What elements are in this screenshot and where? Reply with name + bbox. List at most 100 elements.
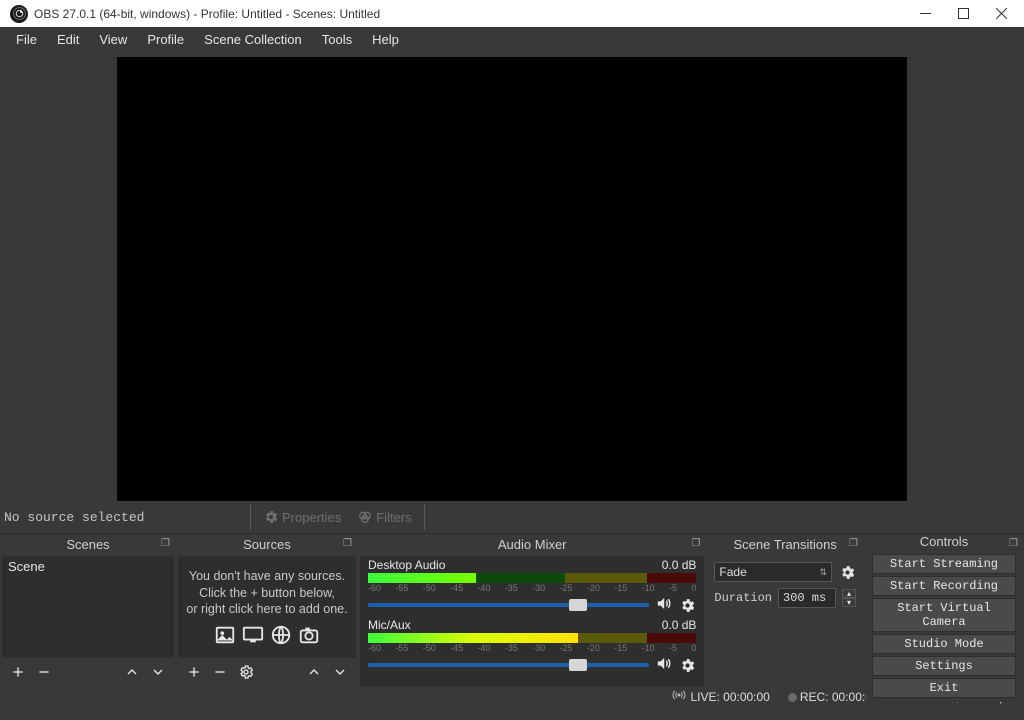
camera-icon [296,624,322,646]
broadcast-icon [671,689,687,701]
track-name: Desktop Audio [368,558,445,572]
controls-popout-icon[interactable]: ❐ [1009,538,1018,549]
transition-settings-button[interactable] [838,563,856,581]
track-settings-button[interactable] [678,656,696,674]
track-settings-button[interactable] [678,596,696,614]
volume-slider[interactable] [368,663,649,667]
source-remove-button[interactable] [212,664,228,680]
properties-button[interactable]: Properties [257,506,347,528]
window-minimize-button[interactable] [906,0,944,27]
image-icon [212,624,238,646]
duration-up-button[interactable]: ▴ [842,589,856,598]
transitions-popout-icon[interactable]: ❐ [849,538,858,549]
mixer-track-desktop: Desktop Audio 0.0 dB -60-55-50-45-40-35-3… [360,556,704,616]
duration-label: Duration [714,591,772,605]
scene-add-button[interactable] [10,664,26,680]
sources-empty-line3: or right click here to add one. [186,601,347,618]
window-titlebar: OBS 27.0.1 (64-bit, windows) - Profile: … [0,0,1024,27]
transition-selected: Fade [719,565,746,579]
separator [250,504,251,530]
transition-select[interactable]: Fade ⇅ [714,562,832,582]
duration-down-button[interactable]: ▾ [842,598,856,607]
controls-header: Controls ❐ [866,534,1022,550]
sources-empty-line1: You don't have any sources. [189,568,345,585]
controls-body: Start Streaming Start Recording Start Vi… [866,550,1022,702]
source-add-button[interactable] [186,664,202,680]
scenes-popout-icon[interactable]: ❐ [161,538,170,549]
track-db: 0.0 dB [662,558,697,572]
status-live: LIVE: 00:00:00 [671,689,770,704]
menu-edit[interactable]: Edit [47,28,89,51]
window-maximize-button[interactable] [944,0,982,27]
source-properties-button[interactable] [238,664,254,680]
mixer-popout-icon[interactable]: ❐ [691,538,700,549]
mixer-header: Audio Mixer ❐ [360,534,704,556]
menu-profile[interactable]: Profile [137,28,194,51]
scene-item[interactable]: Scene [2,556,174,577]
mixer-track-mic: Mic/Aux 0.0 dB -60-55-50-45-40-35-30-25-2… [360,616,704,676]
mute-button[interactable] [655,655,672,675]
chevron-updown-icon: ⇅ [819,567,827,578]
menu-view[interactable]: View [89,28,137,51]
scenes-footer [2,658,174,686]
start-virtual-camera-button[interactable]: Start Virtual Camera [872,598,1016,632]
no-source-label: No source selected [0,510,248,525]
mute-button[interactable] [655,595,672,615]
sources-header: Sources ❐ [178,534,356,556]
preview-canvas[interactable] [117,57,907,501]
scenes-list[interactable]: Scene [2,556,174,658]
mixer-body: Desktop Audio 0.0 dB -60-55-50-45-40-35-3… [360,556,704,686]
duration-input[interactable]: 300 ms [778,588,836,608]
start-recording-button[interactable]: Start Recording [872,576,1016,596]
volume-slider[interactable] [368,603,649,607]
separator [424,504,425,530]
meter-ticks: -60-55-50-45-40-35-30-25-20-15-10-50 [368,583,696,593]
scene-remove-button[interactable] [36,664,52,680]
sources-empty-state: You don't have any sources. Click the + … [178,556,356,658]
track-name: Mic/Aux [368,618,411,632]
rec-label: REC: [800,690,829,704]
scene-move-down-button[interactable] [150,664,166,680]
menu-tools[interactable]: Tools [312,28,362,51]
meter-ticks: -60-55-50-45-40-35-30-25-20-15-10-50 [368,643,696,653]
sources-empty-icons [212,624,322,646]
sources-title: Sources [243,537,291,552]
window-title: OBS 27.0.1 (64-bit, windows) - Profile: … [34,7,906,21]
record-indicator-icon [788,693,797,702]
settings-button[interactable]: Settings [872,656,1016,676]
audio-meter [368,633,696,643]
track-db: 0.0 dB [662,618,697,632]
transitions-title: Scene Transitions [734,537,837,552]
mixer-title: Audio Mixer [498,537,567,552]
audio-meter [368,573,696,583]
scenes-title: Scenes [66,537,109,552]
sources-empty-line2: Click the + button below, [199,585,335,602]
filters-label: Filters [376,510,411,525]
obs-logo-icon [10,5,28,23]
properties-label: Properties [282,510,341,525]
source-move-up-button[interactable] [306,664,322,680]
globe-icon [268,624,294,646]
menu-help[interactable]: Help [362,28,409,51]
window-close-button[interactable] [982,0,1020,27]
transitions-body: Fade ⇅ Duration 300 ms ▴ ▾ [708,556,862,686]
studio-mode-button[interactable]: Studio Mode [872,634,1016,654]
source-move-down-button[interactable] [332,664,348,680]
source-toolbar: No source selected Properties Filters [0,501,1024,534]
sources-footer [178,658,356,686]
transitions-header: Scene Transitions ❐ [708,534,862,556]
controls-title: Controls [920,534,968,549]
menu-scene-collection[interactable]: Scene Collection [194,28,312,51]
filters-button[interactable]: Filters [351,506,417,528]
scenes-header: Scenes ❐ [2,534,174,556]
sources-list[interactable]: You don't have any sources. Click the + … [178,556,356,658]
start-streaming-button[interactable]: Start Streaming [872,554,1016,574]
sources-popout-icon[interactable]: ❐ [343,538,352,549]
display-icon [240,624,266,646]
preview-area [0,51,1024,501]
exit-button[interactable]: Exit [872,678,1016,698]
live-label: LIVE: [690,690,719,704]
menu-file[interactable]: File [6,28,47,51]
status-rec: REC: 00:00:00 [788,690,879,704]
scene-move-up-button[interactable] [124,664,140,680]
